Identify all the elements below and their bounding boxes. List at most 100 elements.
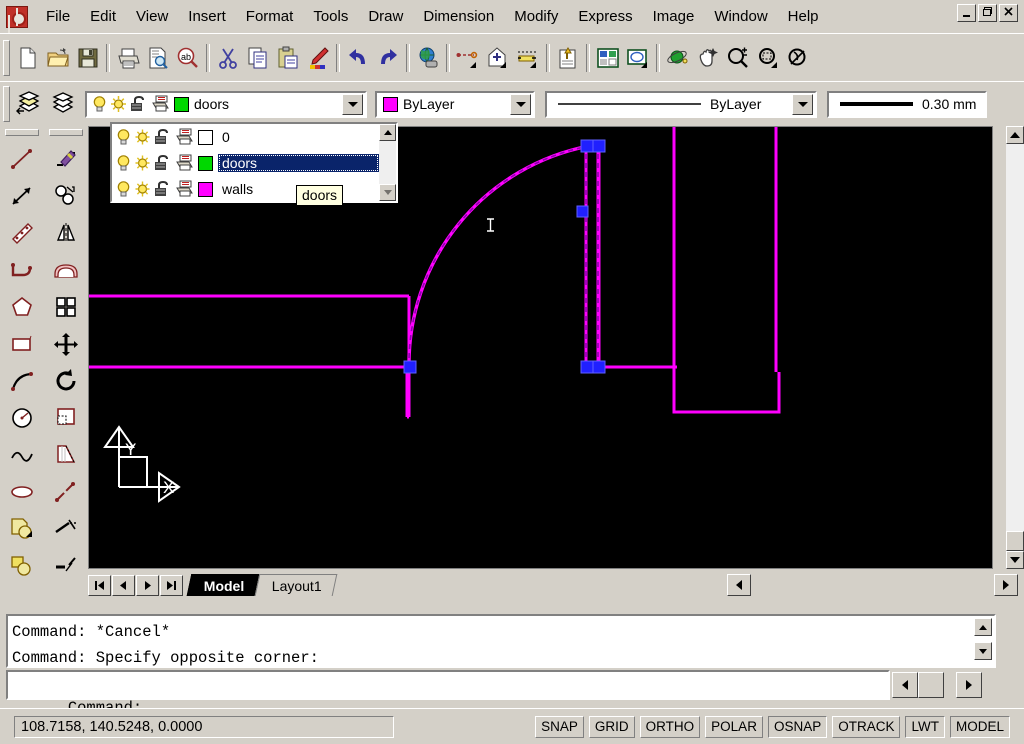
linetype-combo-arrow[interactable] bbox=[792, 93, 813, 115]
status-toggle-model[interactable]: MODEL bbox=[949, 715, 1010, 738]
toolbar-grip[interactable] bbox=[3, 86, 10, 122]
menu-express[interactable]: Express bbox=[568, 5, 642, 28]
menu-help[interactable]: Help bbox=[778, 5, 829, 28]
scroll-up-button[interactable] bbox=[379, 124, 396, 141]
pan-realtime-hand-icon[interactable] bbox=[693, 42, 723, 74]
hscroll-right-button[interactable] bbox=[994, 574, 1018, 596]
block-insert-icon[interactable] bbox=[483, 42, 513, 74]
break-icon[interactable] bbox=[50, 547, 82, 584]
menu-dimension[interactable]: Dimension bbox=[413, 5, 504, 28]
circle-icon[interactable] bbox=[6, 399, 38, 436]
color-control-combo[interactable]: ByLayer bbox=[375, 90, 535, 118]
zoom-window-icon[interactable] bbox=[753, 42, 783, 74]
layer-properties-manager-icon[interactable] bbox=[13, 87, 47, 121]
linetype-control-combo[interactable]: ByLayer bbox=[545, 90, 817, 118]
command-next-button[interactable] bbox=[956, 672, 982, 698]
status-toggle-grid[interactable]: GRID bbox=[588, 715, 635, 738]
hscroll-left-button[interactable] bbox=[727, 574, 751, 596]
command-history-scrollbar[interactable] bbox=[974, 618, 992, 666]
command-spacer-button[interactable] bbox=[918, 672, 944, 698]
close-button[interactable] bbox=[999, 4, 1018, 22]
coordinate-display[interactable]: 108.7158, 140.5248, 0.0000 bbox=[14, 715, 394, 738]
hyperlink-globe-icon[interactable] bbox=[413, 42, 443, 74]
layer-dropdown-list[interactable]: 0 doors walls bbox=[110, 122, 398, 203]
distance-measure-icon[interactable] bbox=[453, 42, 483, 74]
status-toggle-polar[interactable]: POLAR bbox=[705, 715, 763, 738]
save-floppy-icon[interactable] bbox=[73, 42, 103, 74]
line-icon[interactable] bbox=[6, 140, 38, 177]
mirror-icon[interactable] bbox=[50, 214, 82, 251]
zoom-realtime-icon[interactable] bbox=[723, 42, 753, 74]
command-input[interactable]: Command: bbox=[6, 670, 890, 717]
status-toggle-osnap[interactable]: OSNAP bbox=[767, 715, 828, 738]
insert-block-icon[interactable] bbox=[6, 510, 38, 547]
menu-file[interactable]: File bbox=[36, 5, 80, 28]
print-preview-icon[interactable] bbox=[143, 42, 173, 74]
rotate-icon[interactable] bbox=[50, 362, 82, 399]
new-file-icon[interactable] bbox=[13, 42, 43, 74]
scroll-up-button[interactable] bbox=[1006, 126, 1024, 144]
ellipse-icon[interactable] bbox=[6, 473, 38, 510]
trim-icon[interactable] bbox=[50, 473, 82, 510]
canvas-vertical-scrollbar[interactable] bbox=[1006, 126, 1024, 569]
multiline-icon[interactable] bbox=[6, 214, 38, 251]
redo-arrow-icon[interactable] bbox=[373, 42, 403, 74]
scroll-down-button[interactable] bbox=[379, 184, 396, 201]
menu-edit[interactable]: Edit bbox=[80, 5, 126, 28]
polyline-icon[interactable] bbox=[6, 251, 38, 288]
layer-combo-arrow[interactable] bbox=[342, 93, 363, 115]
print-icon[interactable] bbox=[113, 42, 143, 74]
open-folder-icon[interactable] bbox=[43, 42, 73, 74]
scroll-thumb[interactable] bbox=[1006, 531, 1024, 551]
layer-dropdown-scrollbar[interactable] bbox=[379, 124, 396, 201]
copy-object-icon[interactable] bbox=[50, 177, 82, 214]
linear-dimension-icon[interactable] bbox=[513, 42, 543, 74]
scroll-down-button[interactable] bbox=[974, 642, 992, 660]
restore-button[interactable] bbox=[978, 4, 997, 22]
find-text-icon[interactable]: ab bbox=[173, 42, 203, 74]
offset-icon[interactable] bbox=[50, 251, 82, 288]
last-tab-icon[interactable] bbox=[160, 574, 183, 596]
cut-scissors-icon[interactable] bbox=[213, 42, 243, 74]
tab-model[interactable]: Model bbox=[186, 574, 260, 596]
paste-clipboard-icon[interactable] bbox=[273, 42, 303, 74]
polygon-icon[interactable] bbox=[6, 288, 38, 325]
status-toggle-otrack[interactable]: OTRACK bbox=[832, 715, 901, 738]
minimize-button[interactable] bbox=[957, 4, 976, 22]
stretch-icon[interactable] bbox=[50, 436, 82, 473]
toolbar-grip[interactable] bbox=[3, 39, 10, 76]
zoom-previous-icon[interactable] bbox=[783, 42, 813, 74]
status-toggle-snap[interactable]: SNAP bbox=[535, 715, 584, 738]
status-toggle-lwt[interactable]: LWT bbox=[905, 715, 945, 738]
next-tab-icon[interactable] bbox=[136, 574, 159, 596]
toolbar-grip[interactable] bbox=[5, 129, 39, 136]
command-prev-button[interactable] bbox=[892, 672, 918, 698]
menu-draw[interactable]: Draw bbox=[358, 5, 413, 28]
menu-tools[interactable]: Tools bbox=[303, 5, 358, 28]
move-icon[interactable] bbox=[50, 325, 82, 362]
rectangle-icon[interactable] bbox=[6, 325, 38, 362]
make-block-icon[interactable] bbox=[6, 547, 38, 584]
match-properties-brush-icon[interactable] bbox=[303, 42, 333, 74]
scroll-up-button[interactable] bbox=[974, 618, 992, 636]
lineweight-control-combo[interactable]: 0.30 mm bbox=[827, 90, 987, 118]
layer-control-combo[interactable]: doors bbox=[85, 90, 367, 118]
spline-icon[interactable] bbox=[6, 436, 38, 473]
copy-icon[interactable] bbox=[243, 42, 273, 74]
layer-previous-icon[interactable] bbox=[47, 87, 81, 121]
menu-view[interactable]: View bbox=[126, 5, 178, 28]
design-center-icon[interactable] bbox=[593, 42, 623, 74]
scale-icon[interactable] bbox=[50, 399, 82, 436]
arc-icon[interactable] bbox=[6, 362, 38, 399]
menu-format[interactable]: Format bbox=[236, 5, 304, 28]
array-icon[interactable] bbox=[50, 288, 82, 325]
prev-tab-icon[interactable] bbox=[112, 574, 135, 596]
layer-list-item-1[interactable]: doors bbox=[112, 150, 379, 176]
scroll-down-button[interactable] bbox=[1006, 551, 1024, 569]
construction-line-icon[interactable] bbox=[6, 177, 38, 214]
scroll-track[interactable] bbox=[1006, 144, 1024, 531]
tool-palettes-icon[interactable] bbox=[623, 42, 653, 74]
color-combo-arrow[interactable] bbox=[510, 93, 531, 115]
tab-layout1[interactable]: Layout1 bbox=[255, 574, 338, 596]
undo-arrow-icon[interactable] bbox=[343, 42, 373, 74]
